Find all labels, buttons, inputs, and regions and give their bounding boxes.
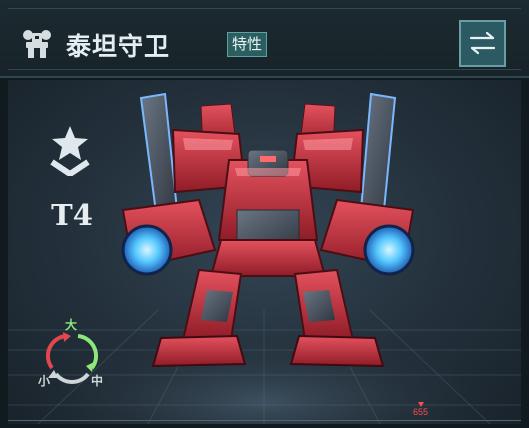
unit-model-viewport[interactable]: T4 大 小 中 (8, 80, 521, 424)
mech-unit-icon (23, 30, 51, 58)
timeline-value: 655 (413, 407, 429, 417)
size-mid-label: 中 (91, 374, 104, 388)
tier-label: T4 (51, 198, 93, 232)
unit-header: 泰坦守卫 特性 (0, 0, 529, 78)
rank-star-chevron-icon (50, 126, 90, 176)
unit-title: 泰坦守卫 (66, 32, 171, 61)
size-cycle-indicator: 大 小 中 (36, 314, 108, 392)
mech-model-image (121, 92, 415, 368)
swap-arrows-icon (469, 31, 496, 55)
timeline-line (8, 420, 521, 421)
unit-detail-panel: 泰坦守卫 特性 T4 大 小 中 655 (0, 0, 529, 428)
swap-button[interactable] (459, 20, 506, 67)
timeline-bar: 655 (8, 402, 521, 428)
size-small-label: 小 (38, 374, 51, 388)
size-big-label: 大 (65, 318, 78, 332)
trait-button[interactable]: 特性 (227, 32, 267, 57)
